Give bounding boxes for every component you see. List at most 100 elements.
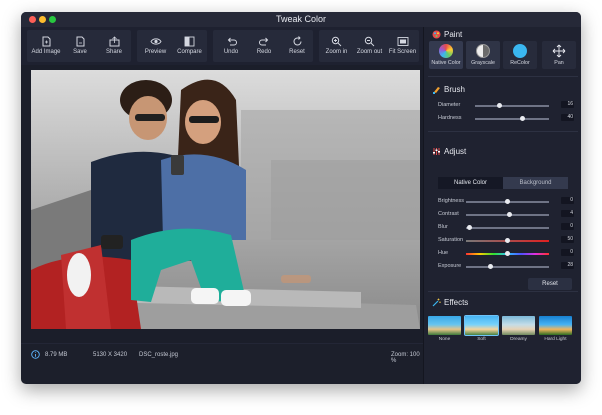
pan-button[interactable]: Pan xyxy=(542,41,576,69)
status-bar: 8.79 MB 5130 X 3420 DSC_roste.jpg Zoom: … xyxy=(21,343,423,366)
blur-value[interactable]: 0 xyxy=(561,223,574,230)
hardness-slider-knob[interactable] xyxy=(520,116,525,121)
adjust-icon xyxy=(433,148,440,155)
hue-value[interactable]: 0 xyxy=(561,249,574,256)
share-button[interactable]: Share xyxy=(97,30,131,62)
tab-native-color[interactable]: Native Color xyxy=(438,177,503,189)
blur-slider-knob[interactable] xyxy=(467,225,472,230)
grayscale-button[interactable]: Grayscale xyxy=(466,41,500,69)
app-window: Tweak Color Add Image Save Share Preview… xyxy=(21,12,581,384)
blur-label: Blur xyxy=(438,224,448,230)
add-image-label: Add Image xyxy=(31,49,61,55)
hardness-value[interactable]: 40 xyxy=(561,114,574,121)
effect-thumbnail xyxy=(464,315,499,336)
file-name: DSC_roste.jpg xyxy=(139,352,179,358)
brightness-label: Brightness xyxy=(438,198,464,204)
exposure-slider-knob[interactable] xyxy=(488,264,493,269)
canvas-area[interactable] xyxy=(21,65,423,343)
compare-icon xyxy=(184,36,195,47)
effect-label: Dreamy xyxy=(510,337,527,342)
document-plus-icon xyxy=(42,36,50,47)
exposure-value[interactable]: 28 xyxy=(561,262,574,269)
compare-button[interactable]: Compare xyxy=(173,30,206,62)
saturation-slider-knob[interactable] xyxy=(505,238,510,243)
effect-dreamy[interactable]: Dreamy xyxy=(502,316,535,344)
photo-canvas[interactable] xyxy=(31,70,420,329)
color-wheel-icon xyxy=(439,44,453,58)
effect-soft[interactable]: Soft xyxy=(464,315,499,344)
saturation-value[interactable]: 50 xyxy=(561,236,574,243)
redo-icon xyxy=(258,37,268,46)
fit-screen-icon xyxy=(397,37,408,46)
share-label: Share xyxy=(105,49,122,55)
effects-section-title: Effects xyxy=(444,298,469,307)
zoom-in-button[interactable]: Zoom in xyxy=(320,30,353,62)
right-panel: Paint Native Color Grayscale ReColor Pan… xyxy=(423,27,581,384)
adjust-section-title: Adjust xyxy=(444,147,467,156)
zoom-out-label: Zoom out xyxy=(356,49,383,55)
redo-label: Redo xyxy=(256,49,272,55)
hardness-slider[interactable] xyxy=(475,118,549,120)
preview-button[interactable]: Preview xyxy=(139,30,172,62)
compare-label: Compare xyxy=(177,49,202,55)
preview-label: Preview xyxy=(144,49,167,55)
save-label: Save xyxy=(73,49,87,55)
paint-section-title: Paint xyxy=(444,30,463,39)
tab-background[interactable]: Background xyxy=(503,177,568,189)
brush-section-title: Brush xyxy=(444,85,465,94)
save-button[interactable]: Save xyxy=(63,30,97,62)
hue-slider-knob[interactable] xyxy=(505,251,510,256)
image-dimensions: 5130 X 3420 xyxy=(93,352,128,358)
brightness-slider-knob[interactable] xyxy=(505,199,510,204)
contrast-slider-knob[interactable] xyxy=(507,212,512,217)
palette-icon xyxy=(432,30,441,39)
zoom-in-label: Zoom in xyxy=(325,49,348,55)
exposure-label: Exposure xyxy=(438,263,462,269)
reset-icon xyxy=(293,36,301,46)
effect-thumbnail xyxy=(539,316,572,335)
diameter-value[interactable]: 16 xyxy=(561,101,574,108)
title-bar: Tweak Color xyxy=(21,12,581,27)
contrast-label: Contrast xyxy=(438,211,459,217)
recolor-button[interactable]: ReColor xyxy=(503,41,537,69)
effects-wand-icon xyxy=(432,298,441,307)
effect-hard-light[interactable]: Hard Light xyxy=(539,316,572,344)
zoom-in-icon xyxy=(331,36,342,47)
undo-button[interactable]: Undo xyxy=(215,30,247,62)
pan-label: Pan xyxy=(554,60,564,66)
recolor-label: ReColor xyxy=(510,60,530,66)
native-color-label: Native Color xyxy=(431,60,461,66)
add-image-button[interactable]: Add Image xyxy=(29,30,63,62)
toolbar: Add Image Save Share Preview Compare Und… xyxy=(21,27,423,65)
zoom-readout: Zoom: 100 % xyxy=(391,352,420,364)
brightness-value[interactable]: 0 xyxy=(561,197,574,204)
exposure-slider[interactable] xyxy=(466,266,549,268)
zoom-out-button[interactable]: Zoom out xyxy=(353,30,386,62)
diameter-slider-knob[interactable] xyxy=(497,103,502,108)
photo-image xyxy=(31,70,420,329)
pan-icon xyxy=(552,44,566,58)
effect-thumbnail xyxy=(502,316,535,335)
saturation-label: Saturation xyxy=(438,237,464,243)
redo-button[interactable]: Redo xyxy=(248,30,280,62)
undo-label: Undo xyxy=(223,49,239,55)
diameter-slider[interactable] xyxy=(475,105,549,107)
blur-slider[interactable] xyxy=(466,227,549,229)
contrast-value[interactable]: 4 xyxy=(561,210,574,217)
adjust-reset-button[interactable]: Reset xyxy=(528,278,572,290)
effect-label: Hard Light xyxy=(544,337,567,342)
hardness-label: Hardness xyxy=(438,115,462,121)
effect-label: Soft xyxy=(477,337,486,342)
grayscale-icon xyxy=(476,44,490,58)
info-icon[interactable] xyxy=(31,350,40,361)
recolor-icon xyxy=(513,44,527,58)
save-icon xyxy=(76,36,84,47)
native-color-button[interactable]: Native Color xyxy=(429,41,463,69)
diameter-label: Diameter xyxy=(438,102,461,108)
reset-button[interactable]: Reset xyxy=(281,30,313,62)
window-title: Tweak Color xyxy=(275,14,327,24)
undo-icon xyxy=(227,37,237,46)
fit-screen-button[interactable]: Fit Screen xyxy=(386,30,419,62)
divider xyxy=(428,291,578,292)
effect-none[interactable]: None xyxy=(428,316,461,344)
